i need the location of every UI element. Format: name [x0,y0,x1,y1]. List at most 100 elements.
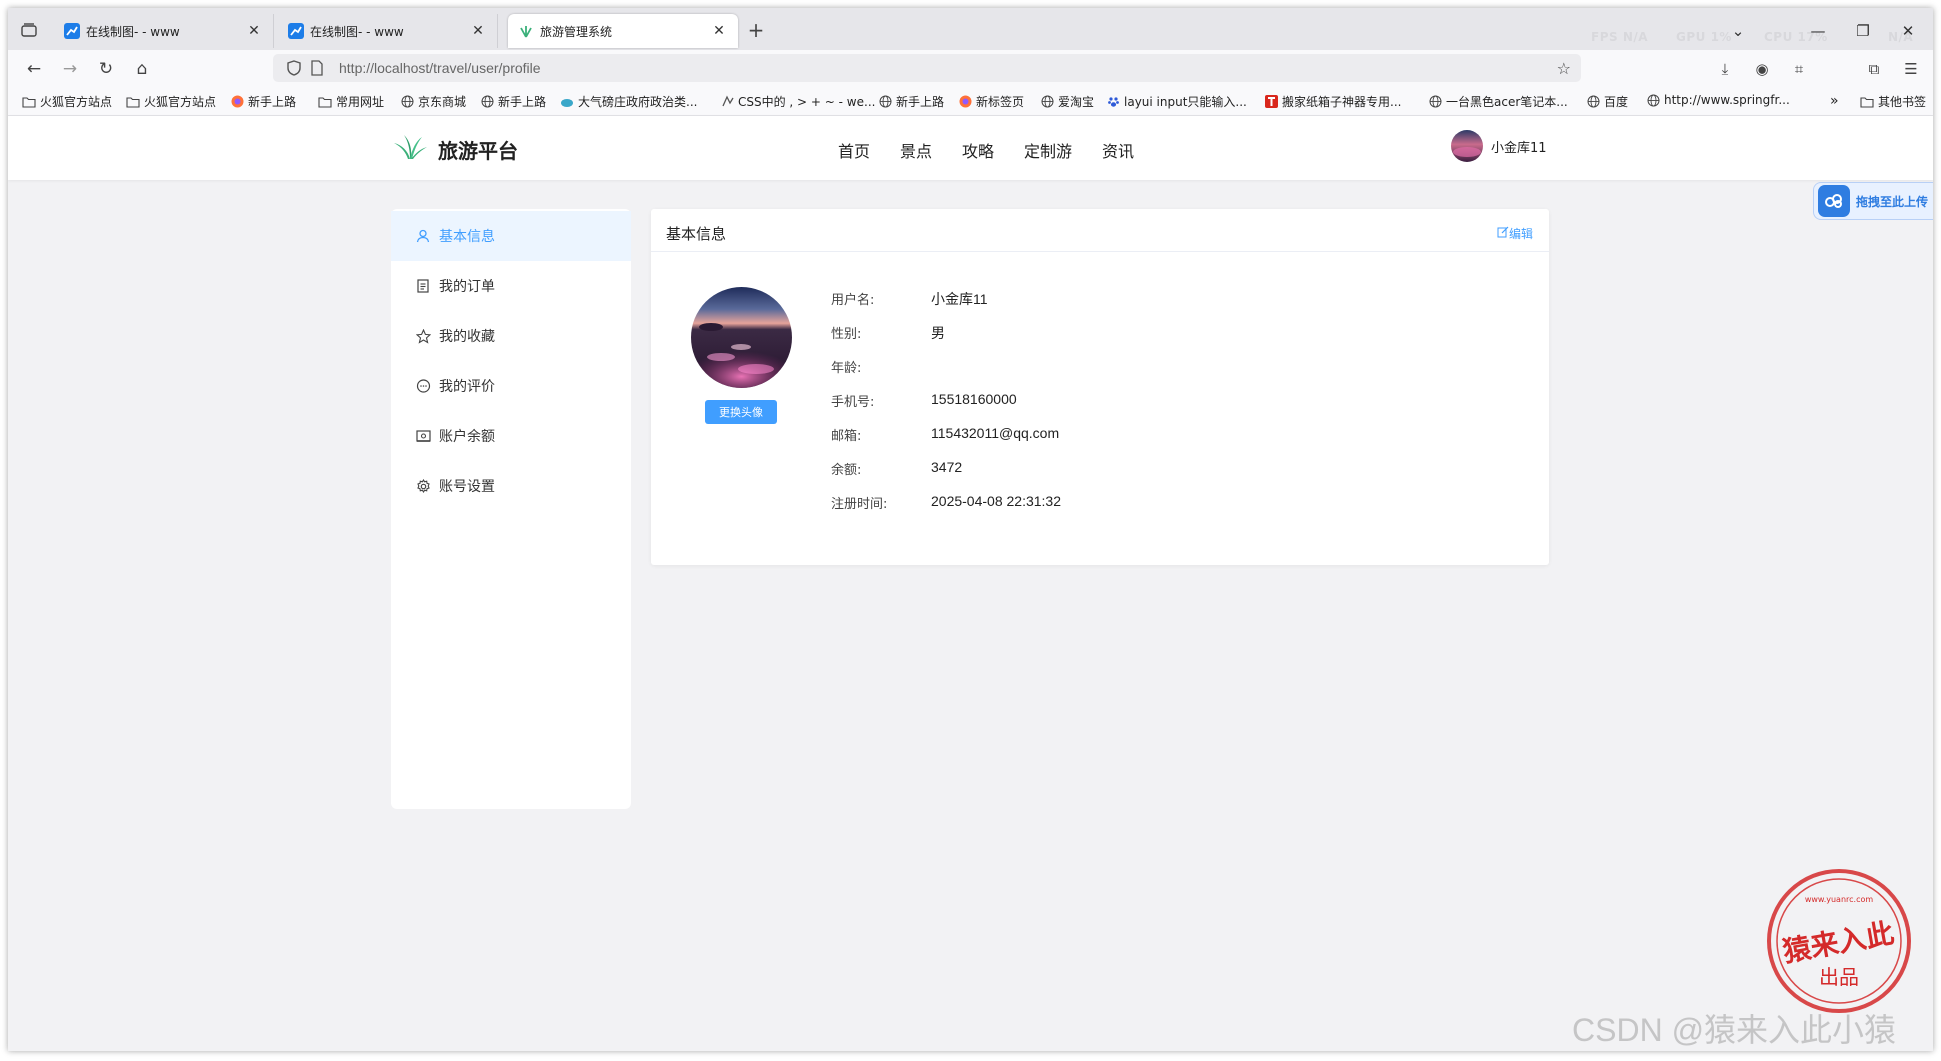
sidebar-item-orders[interactable]: 我的订单 [391,261,631,311]
field-label: 性别: [831,327,862,342]
bookmark-label: 火狐官方站点 [40,95,113,109]
bookmark-item[interactable]: 新手上路 [230,93,296,110]
bookmark-item[interactable]: 大气磅庄政府政治类... [560,93,697,110]
bookmark-item[interactable]: 搬家纸箱子神器专用... [1264,93,1401,110]
shield-icon[interactable] [287,60,301,80]
bookmark-item[interactable]: 新手上路 [878,93,944,110]
gear-icon [415,478,431,494]
sidebar-item-reviews[interactable]: 我的评价 [391,361,631,411]
tab-chart-1[interactable]: 在线制图- - www ✕ [54,14,274,48]
user-name: 小金库11 [1491,140,1547,156]
nav-attractions[interactable]: 景点 [900,138,932,162]
bookmark-label: 百度 [1604,95,1629,109]
comment-icon [415,378,431,394]
browser-window: 在线制图- - www ✕ 在线制图- - www ✕ 旅游管理系统 ✕ + F… [8,8,1933,1051]
extensions-icon[interactable]: ⧉ [1864,59,1884,79]
field-label: 邮箱: [831,429,862,444]
nav-guides[interactable]: 攻略 [962,138,994,162]
change-avatar-button[interactable]: 更换头像 [705,400,777,424]
tab-strip: 在线制图- - www ✕ 在线制图- - www ✕ 旅游管理系统 ✕ + F… [8,8,1933,50]
bookmark-item[interactable]: 百度 [1586,93,1628,110]
bookmark-item[interactable]: 爱淘宝 [1040,93,1094,110]
sidebar-item-label: 我的订单 [439,279,495,295]
bookmark-item[interactable]: 新标签页 [958,93,1024,110]
globe-icon [480,95,494,109]
sidebar-item-label: 账户余额 [439,429,495,445]
new-tab-icon[interactable]: + [745,20,767,40]
bookmark-label: 爱淘宝 [1058,95,1095,109]
tab-list-icon[interactable] [18,20,40,40]
bookmark-label: 火狐官方站点 [144,95,217,109]
restore-icon[interactable]: ❐ [1853,22,1873,40]
user-menu[interactable]: 小金库11 [1451,130,1547,162]
close-icon[interactable]: ✕ [245,23,263,39]
minimize-icon[interactable]: — [1808,22,1828,40]
nav-custom-tours[interactable]: 定制游 [1024,138,1072,162]
field-value: 115432011@qq.com [931,425,1060,441]
navigation-bar: ← → ↻ ⌂ http://localhost/travel/user/pro… [8,50,1933,86]
back-icon[interactable]: ← [24,59,44,79]
window-close-icon[interactable]: ✕ [1898,22,1918,40]
field-value: 男 [931,325,945,341]
avatar [1451,130,1483,162]
bookmark-label: 京东商城 [418,95,467,109]
bookmark-label: 常用网址 [336,95,385,109]
close-icon[interactable]: ✕ [469,23,487,39]
field-label: 注册时间: [831,497,888,512]
bookmark-item[interactable]: layui input只能输入... [1106,93,1247,110]
sidebar-item-basic-info[interactable]: 基本信息 [391,211,631,261]
edit-label: 编辑 [1508,227,1533,241]
reload-icon[interactable]: ↻ [96,59,116,79]
crop-icon[interactable]: ⌗ [1789,59,1809,79]
sidebar-item-balance[interactable]: 账户余额 [391,411,631,461]
globe-icon [1428,95,1442,109]
field-label: 年龄: [831,361,862,376]
bookmark-item[interactable]: 新手上路 [480,93,546,110]
bookmark-label: CSS中的 , > + ~ - we... [738,95,876,109]
nav-home[interactable]: 首页 [838,138,870,162]
bookmark-item[interactable]: http://www.springfr... [1646,93,1790,107]
profile-sidebar: 基本信息 我的订单 我的收藏 我的评价 账户余额 账号设置 [391,209,631,809]
bookmark-item[interactable]: 京东商城 [400,93,466,110]
card-title: 基本信息 [666,225,727,243]
account-icon[interactable]: ◉ [1752,59,1772,79]
download-icon[interactable]: ⤓ [1715,59,1735,79]
tab-travel-system[interactable]: 旅游管理系统 ✕ [508,14,738,48]
chart-favicon-icon [288,23,304,39]
baidu-upload-widget[interactable]: 拖拽至此上传 [1813,182,1933,220]
tab-chart-2[interactable]: 在线制图- - www ✕ [278,14,498,48]
nav-news[interactable]: 资讯 [1102,138,1134,162]
bookmark-label: 新标签页 [976,95,1025,109]
folder-icon [22,95,36,109]
bookmarks-overflow-icon[interactable]: » [1830,93,1839,109]
edit-button[interactable]: 编辑 [1497,225,1533,242]
bookmark-item[interactable]: CSS中的 , > + ~ - we... [720,93,875,110]
baidu-upload-label: 拖拽至此上传 [1856,194,1929,209]
close-icon[interactable]: ✕ [710,23,728,39]
leaf-favicon-icon [518,23,534,39]
tab-title: 旅游管理系统 [540,24,613,39]
bookmark-item[interactable]: 一台黑色acer笔记本... [1428,93,1568,110]
firefox-icon [958,95,972,109]
bookmark-item[interactable]: 其他书签 [1860,93,1926,110]
tab-title: 在线制图- - www [310,24,404,39]
stamp-sub: 出品 [1819,965,1859,989]
url-text[interactable]: http://localhost/travel/user/profile [339,60,541,76]
bookmark-item[interactable]: 常用网址 [318,93,384,110]
url-bar[interactable]: http://localhost/travel/user/profile ☆ [273,54,1581,82]
stamp-main: 猿来入此 [1779,917,1896,969]
bookmark-item[interactable]: 火狐官方站点 [22,93,112,110]
chart-favicon-icon [64,23,80,39]
sidebar-item-settings[interactable]: 账号设置 [391,461,631,511]
leaf-logo-icon [392,133,428,165]
forward-icon[interactable]: → [60,59,80,79]
globe-icon [400,95,414,109]
bookmark-item[interactable]: 火狐官方站点 [126,93,216,110]
folder-icon [318,95,332,109]
bookmark-star-icon[interactable]: ☆ [1557,59,1571,78]
sidebar-item-favorites[interactable]: 我的收藏 [391,311,631,361]
home-icon[interactable]: ⌂ [132,59,152,79]
chevron-down-icon[interactable]: ⌄ [1728,22,1748,40]
menu-icon[interactable]: ☰ [1901,59,1921,79]
site-logo[interactable]: 旅游平台 [392,133,518,165]
